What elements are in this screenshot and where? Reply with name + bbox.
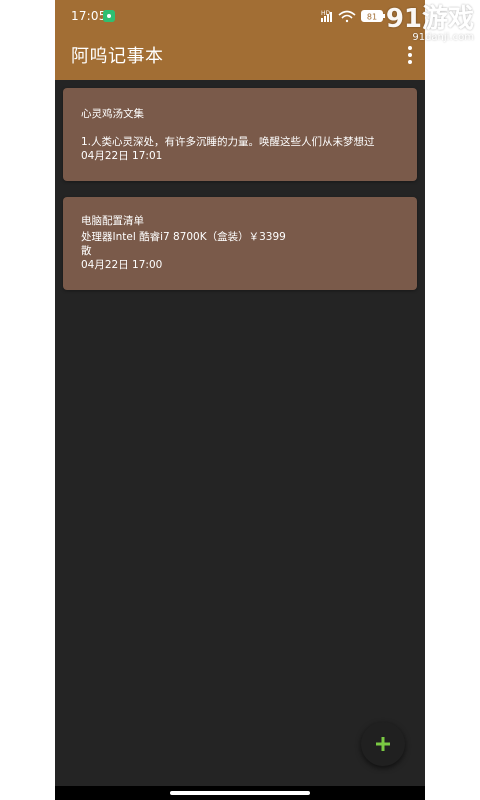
note-date: 04月22日 17:01 — [81, 150, 163, 162]
note-body-line: 散 — [81, 245, 92, 257]
add-icon — [376, 737, 390, 751]
home-indicator[interactable] — [170, 791, 310, 795]
status-bar: 17:05 HD 81 — [55, 0, 425, 34]
svg-text:HD: HD — [321, 10, 331, 17]
app-title: 阿呜记事本 — [71, 46, 164, 67]
add-note-button[interactable] — [361, 722, 405, 766]
app-bar: 17:05 HD 81 阿呜记事本 — [55, 0, 425, 80]
notification-app-icon — [103, 10, 115, 22]
app-screen: 17:05 HD 81 阿呜记事本 心灵鸡汤文集 1.人类心灵深处，有许多沉睡的… — [55, 0, 425, 800]
note-date: 04月22日 17:00 — [81, 259, 163, 271]
note-body-line: 1.人类心灵深处，有许多沉睡的力量。唤醒这些人们从未梦想过 — [81, 136, 375, 148]
note-body: 处理器Intel 酷睿i7 8700K（盒装）￥3399 散 04月22日 17… — [81, 230, 286, 272]
wifi-icon — [338, 10, 356, 23]
note-card[interactable]: 电脑配置清单 处理器Intel 酷睿i7 8700K（盒装）￥3399 散 04… — [63, 197, 417, 290]
watermark-text: 91游戏 — [385, 4, 474, 34]
watermark-logo: 91游戏 91danji.com — [386, 6, 474, 52]
battery-icon: 81 — [361, 10, 385, 22]
hd-icon: HD — [321, 10, 331, 17]
note-body-line: 处理器Intel 酷睿i7 8700K（盒装）￥3399 — [81, 231, 286, 243]
note-title: 心灵鸡汤文集 — [81, 108, 144, 120]
note-body: 1.人类心灵深处，有许多沉睡的力量。唤醒这些人们从未梦想过 04月22日 17:… — [81, 135, 375, 163]
note-card[interactable]: 心灵鸡汤文集 1.人类心灵深处，有许多沉睡的力量。唤醒这些人们从未梦想过 04月… — [63, 88, 417, 181]
note-title: 电脑配置清单 — [81, 215, 144, 227]
status-time: 17:05 — [71, 9, 107, 23]
navigation-bar — [55, 786, 425, 800]
svg-text:81: 81 — [367, 13, 377, 22]
